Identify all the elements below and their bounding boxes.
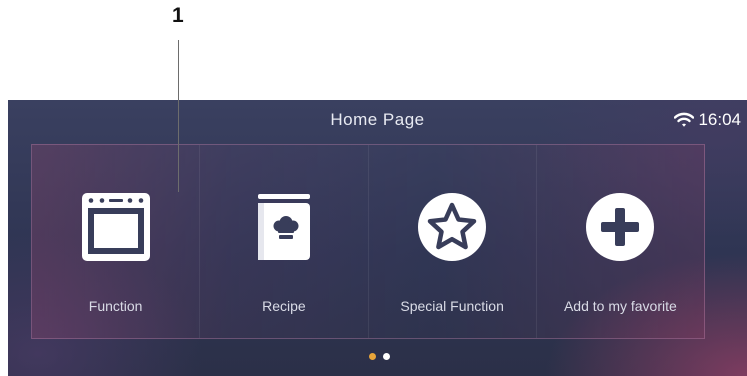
- tile-label: Function: [88, 298, 143, 314]
- status-bar: 16:04: [674, 110, 741, 130]
- function-tile[interactable]: Function: [32, 145, 199, 338]
- page-indicator: [369, 353, 397, 360]
- page-dot[interactable]: [383, 353, 390, 360]
- callout-number: 1: [172, 4, 184, 27]
- clock: 16:04: [698, 110, 741, 129]
- special-function-tile[interactable]: Special Function: [367, 145, 536, 338]
- callout-line: [178, 40, 179, 192]
- add-favorite-tile[interactable]: Add to my favorite: [535, 145, 704, 338]
- page-dot-active[interactable]: [369, 353, 376, 360]
- star-icon: [416, 191, 488, 263]
- home-menu-panel: Function Recipe Special Function Add to …: [31, 144, 705, 339]
- wifi-icon: [674, 112, 695, 127]
- recipe-book-icon: [248, 191, 320, 263]
- plus-icon: [584, 191, 656, 263]
- tile-label: Special Function: [400, 298, 504, 314]
- tile-label: Recipe: [262, 298, 306, 314]
- home-screen: Home Page 16:04 Function Recipe Special …: [8, 100, 747, 376]
- recipe-tile[interactable]: Recipe: [199, 145, 367, 338]
- oven-icon: [80, 191, 152, 263]
- tile-label: Add to my favorite: [563, 298, 677, 314]
- page-title: Home Page: [330, 110, 425, 129]
